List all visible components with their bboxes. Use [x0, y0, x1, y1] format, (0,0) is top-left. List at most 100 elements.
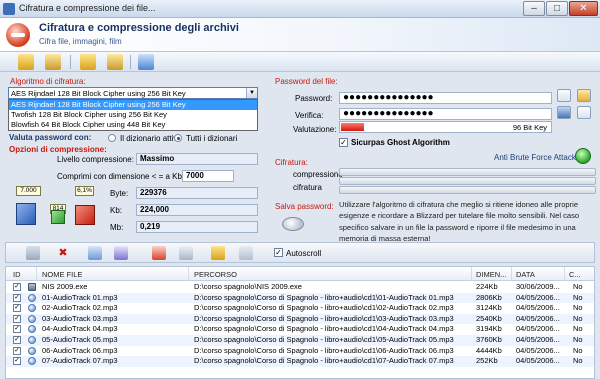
algorithm-option[interactable]: Twofish 128 Bit Block Cipher using 256 B… — [9, 110, 257, 120]
min-size-label: Comprimi con dimensione < = a Kb: — [57, 172, 185, 181]
maximize-button[interactable]: □ — [546, 1, 568, 16]
table-row[interactable]: ✓ 01-AudioTrack 01.mp3 D:\corso spagnolo\C… — [6, 292, 594, 304]
cipher-title: Cifratura: — [275, 158, 308, 167]
col-path[interactable]: PERCORSO — [194, 270, 237, 279]
compression-progress-2 — [339, 177, 596, 185]
row-date: 04/05/2006... — [516, 292, 560, 302]
table-row[interactable]: ✓ 06-AudioTrack 06.mp3 D:\corso spagnolo\C… — [6, 346, 594, 357]
strength-fill — [341, 123, 364, 131]
unlock-icon[interactable] — [45, 54, 61, 70]
radio-all-dictionaries[interactable] — [174, 134, 182, 142]
byte-field: 229376 — [136, 187, 258, 199]
audio-file-icon — [28, 325, 36, 334]
remove-icon[interactable] — [26, 246, 40, 260]
window-title: Cifratura e compressione dei file... — [19, 3, 156, 13]
row-size: 2540Kb — [476, 313, 502, 323]
byte-label: Byte: — [110, 189, 129, 198]
algorithm-select[interactable]: AES Rijndael 128 Bit Block Cipher using … — [8, 87, 258, 99]
mb-label: Mb: — [110, 223, 124, 232]
strength-text: 96 Bit Key — [512, 123, 547, 132]
row-name: 02-AudioTrack 02.mp3 — [42, 303, 118, 313]
row-c: No — [573, 313, 583, 323]
chevron-down-icon[interactable]: ▼ — [246, 88, 257, 98]
kb-label: Kb: — [110, 206, 123, 215]
title-bar: Cifratura e compressione dei file... – □… — [0, 0, 600, 18]
min-size-input[interactable]: 7000 — [182, 170, 234, 182]
row-path: D:\corso spagnolo\NIS 2009.exe — [194, 282, 302, 291]
password-input[interactable]: ●●●●●●●●●●●●●●● — [339, 92, 552, 104]
unlock-file-icon[interactable] — [239, 246, 253, 260]
add-folder-icon[interactable] — [114, 246, 128, 260]
export-icon[interactable] — [152, 246, 166, 260]
table-row[interactable]: ✓ 05-AudioTrack 05.mp3 D:\corso spagnolo\C… — [6, 335, 594, 346]
compression-level-label: Livello compressione: — [57, 155, 134, 164]
verify-input[interactable]: ●●●●●●●●●●●●●●● — [339, 108, 552, 120]
row-checkbox[interactable]: ✓ — [13, 304, 21, 313]
save-notes: Utilizzare l'algoritmo di cifratura che … — [339, 200, 580, 243]
row-date: 04/05/2006... — [516, 303, 560, 313]
autoscroll-checkbox[interactable]: ✓ — [274, 248, 283, 257]
row-date: 30/06/2009... — [516, 282, 560, 291]
add-file-icon[interactable] — [88, 246, 102, 260]
table-row[interactable]: ✓ 03-AudioTrack 03.mp3 D:\corso spagnolo\C… — [6, 313, 594, 325]
save-disk-icon[interactable] — [557, 106, 571, 119]
anti-brute-force-button[interactable] — [575, 148, 591, 164]
row-c: No — [573, 335, 583, 344]
row-c: No — [573, 292, 583, 302]
table-row[interactable]: ✓ NIS 2009.exe D:\corso spagnolo\NIS 2009.… — [6, 282, 594, 293]
row-checkbox[interactable]: ✓ — [13, 293, 21, 302]
ratio-tag: 6,1% — [75, 186, 94, 196]
disc-icon[interactable] — [282, 217, 304, 231]
table-row[interactable]: ✓ 02-AudioTrack 02.mp3 D:\corso spagnolo\C… — [6, 303, 594, 314]
algorithm-selected: AES Rijndael 128 Bit Block Cipher using … — [11, 89, 186, 98]
cipher-progress-label: cifratura — [293, 183, 322, 192]
keys-icon[interactable] — [557, 89, 571, 102]
audio-file-icon — [28, 314, 36, 323]
table-row[interactable]: ✓ 04-AudioTrack 04.mp3 D:\corso spagnolo\C… — [6, 324, 594, 335]
col-c[interactable]: C... — [569, 270, 581, 279]
row-checkbox[interactable]: ✓ — [13, 314, 21, 323]
save-password-label: Salva password: — [275, 202, 334, 211]
radio-active-dictionary[interactable] — [108, 134, 116, 142]
row-date: 04/05/2006... — [516, 335, 560, 344]
row-name: 04-AudioTrack 04.mp3 — [42, 324, 118, 334]
delete-icon[interactable]: ✖ — [56, 246, 70, 260]
row-checkbox[interactable]: ✓ — [13, 336, 21, 344]
folder-open-icon[interactable] — [577, 89, 591, 102]
password-strength-meter: 96 Bit Key — [339, 121, 552, 133]
compression-level-field[interactable]: Massimo — [136, 153, 258, 165]
algorithm-option[interactable]: AES Rijndael 128 Bit Block Cipher using … — [9, 100, 257, 110]
row-path: D:\corso spagnolo\Corso di Spagnolo - li… — [194, 345, 454, 355]
row-checkbox[interactable]: ✓ — [13, 346, 21, 355]
col-size[interactable]: DIMEN... — [476, 270, 506, 279]
row-date: 04/05/2006... — [516, 313, 560, 323]
col-name[interactable]: NOME FILE — [42, 270, 82, 279]
sicurpas-checkbox[interactable]: ✓ — [339, 138, 348, 147]
audio-file-icon — [28, 357, 36, 366]
row-path: D:\corso spagnolo\Corso di Spagnolo - li… — [194, 324, 454, 334]
row-checkbox[interactable]: ✓ — [13, 357, 21, 366]
minimize-button[interactable]: – — [523, 1, 545, 16]
col-date[interactable]: DATA — [516, 270, 535, 279]
windows-icon[interactable] — [138, 54, 154, 70]
lock-file-icon[interactable] — [211, 246, 225, 260]
row-c: No — [573, 324, 583, 334]
lock-icon[interactable] — [18, 54, 34, 70]
row-checkbox[interactable]: ✓ — [13, 283, 21, 291]
unlock-all-icon[interactable] — [107, 54, 123, 70]
edit-icon[interactable] — [577, 106, 591, 119]
col-id[interactable]: ID — [13, 270, 21, 279]
algorithm-option[interactable]: Blowfish 64 Bit Block Cipher using 448 B… — [9, 120, 257, 130]
audio-file-icon — [28, 293, 36, 302]
download-icon[interactable] — [179, 246, 193, 260]
close-button[interactable]: ✕ — [569, 1, 598, 16]
compression-progress — [339, 168, 596, 176]
row-checkbox[interactable]: ✓ — [13, 325, 21, 334]
col-divider — [564, 267, 565, 281]
banner-title: Cifratura e compressione degli archivi — [39, 22, 239, 34]
row-path: D:\corso spagnolo\Corso di Spagnolo - li… — [194, 313, 454, 323]
table-row[interactable]: ✓ 07-AudioTrack 07.mp3 D:\corso spagnolo\C… — [6, 356, 594, 367]
row-name: NIS 2009.exe — [42, 282, 88, 291]
row-size: 3124Kb — [476, 303, 502, 313]
lock-all-icon[interactable] — [80, 54, 96, 70]
